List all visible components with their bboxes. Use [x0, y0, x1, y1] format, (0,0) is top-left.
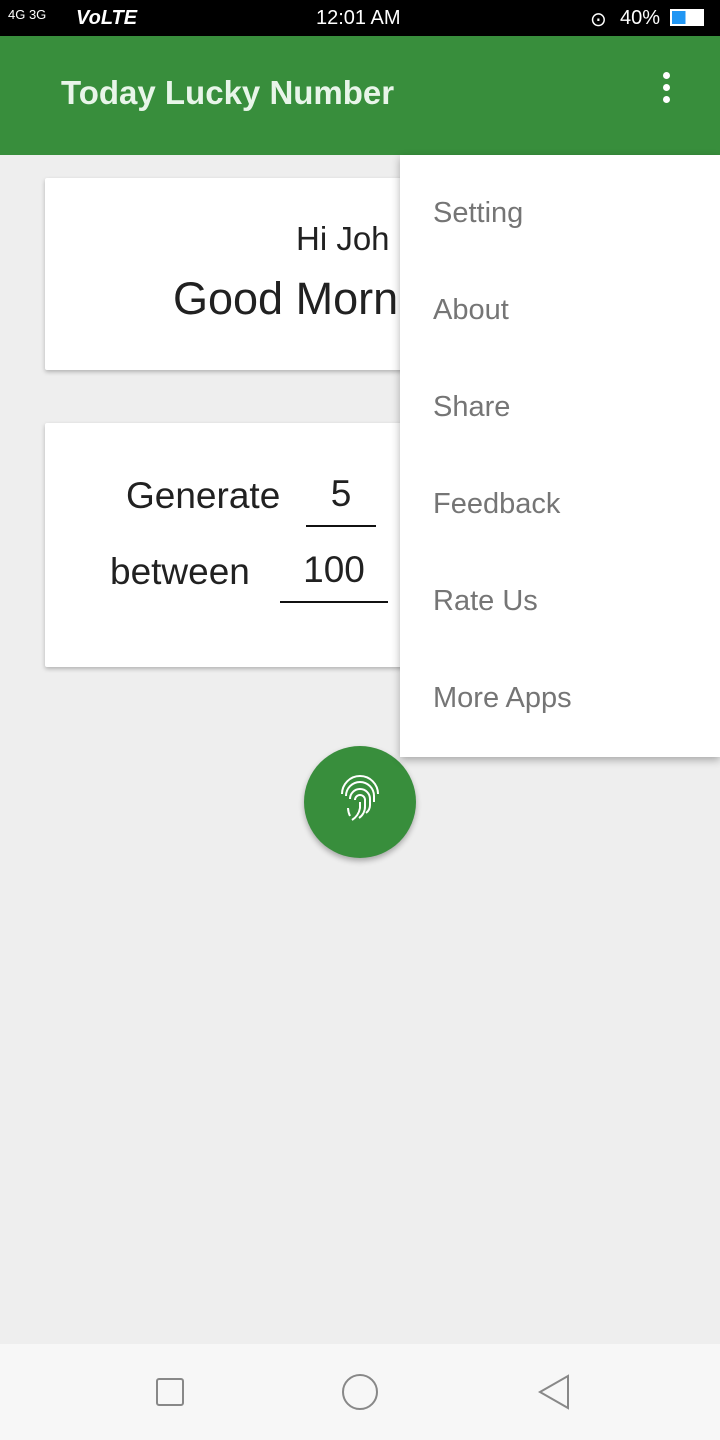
between-label: between — [110, 551, 250, 592]
signal-indicator: 4G 3G — [8, 7, 47, 22]
menu-item-setting[interactable]: Setting — [400, 155, 720, 252]
back-icon[interactable] — [536, 1374, 572, 1410]
app-title: Today Lucky Number — [61, 74, 395, 111]
menu-item-about[interactable]: About — [400, 252, 720, 349]
rotation-lock-icon: ⊙ — [590, 9, 607, 31]
home-icon[interactable] — [342, 1374, 378, 1410]
menu-item-feedback[interactable]: Feedback — [400, 446, 720, 543]
greeting-name: Hi Joh — [296, 220, 390, 257]
min-input[interactable]: 100 — [280, 549, 388, 603]
menu-item-share[interactable]: Share — [400, 349, 720, 446]
generate-label: Generate — [126, 475, 281, 516]
menu-item-rate-us[interactable]: Rate Us — [400, 543, 720, 640]
navigation-bar — [0, 1344, 720, 1440]
fingerprint-icon — [341, 775, 379, 821]
overflow-menu: Setting About Share Feedback Rate Us Mor… — [400, 155, 720, 757]
battery-percent: 40% — [620, 7, 661, 29]
more-vert-icon[interactable] — [652, 72, 680, 112]
recents-icon[interactable] — [156, 1378, 184, 1406]
status-bar: 4G 3G VoLTE 12:01 AM ⊙ 40% — [0, 0, 720, 36]
battery-icon — [670, 9, 704, 26]
generate-button[interactable] — [304, 746, 416, 858]
menu-item-more-apps[interactable]: More Apps — [400, 640, 720, 737]
count-input[interactable]: 5 — [306, 473, 376, 527]
app-bar: Today Lucky Number — [0, 36, 720, 155]
clock: 12:01 AM — [316, 7, 401, 29]
volte-indicator: VoLTE — [76, 7, 138, 29]
greeting-message: Good Morn — [173, 273, 399, 324]
